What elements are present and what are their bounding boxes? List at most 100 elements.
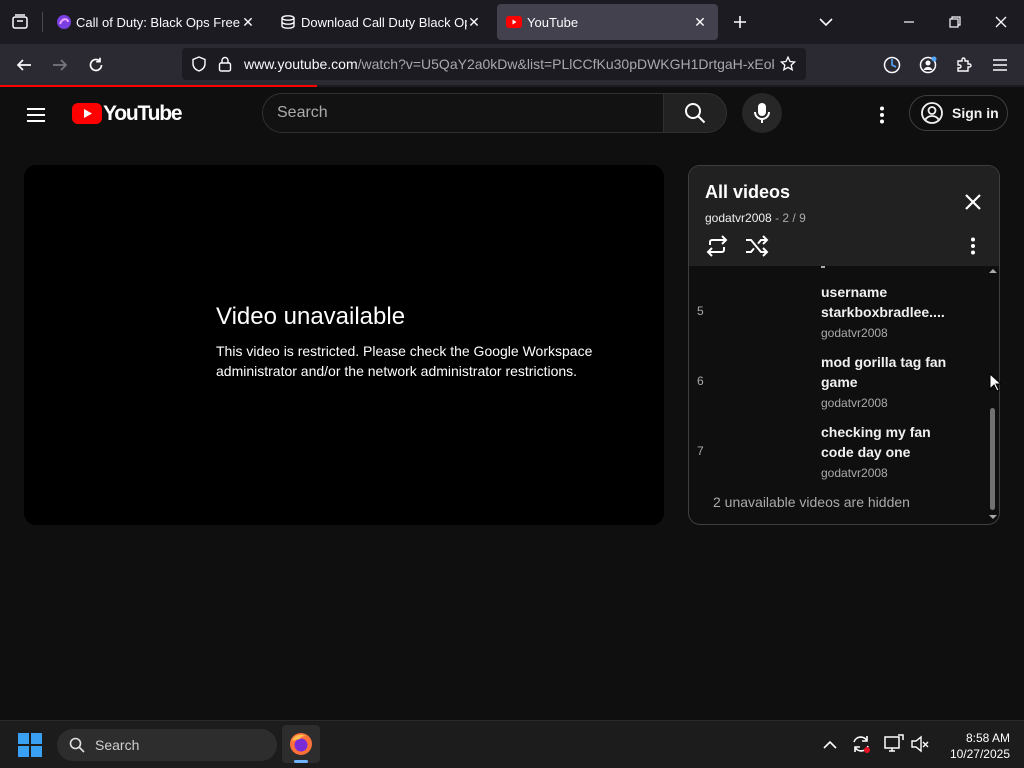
playlist-title[interactable]: All videos	[705, 182, 790, 203]
reload-icon	[89, 57, 103, 72]
playlist-item-channel: godatvr2008	[821, 466, 888, 480]
taskbar-clock[interactable]: 8:58 AM 10/27/2025	[930, 730, 1010, 762]
browser-navigation-bar: www.youtube.com/watch?v=U5QaY2a0kDw&list…	[0, 44, 1024, 86]
scroll-down-arrow-icon[interactable]	[987, 512, 999, 522]
scrollbar-thumb[interactable]	[990, 408, 995, 510]
playlist-item-title: mod gorilla tag fan game	[821, 354, 947, 390]
extensions-button[interactable]	[949, 50, 979, 80]
youtube-logo-icon	[72, 103, 102, 124]
firefox-taskbar-button[interactable]	[282, 725, 320, 763]
address-bar[interactable]: www.youtube.com/watch?v=U5QaY2a0kDw&list…	[182, 48, 806, 80]
hamburger-icon	[27, 108, 45, 122]
search-input[interactable]	[277, 102, 647, 124]
back-button[interactable]	[9, 50, 39, 80]
playlist-partial-item-fragment	[821, 266, 825, 268]
close-window-button[interactable]	[978, 0, 1024, 44]
star-icon	[780, 56, 796, 71]
close-icon	[965, 194, 981, 210]
close-tab-icon[interactable]: ✕	[690, 12, 710, 32]
show-hidden-icons-button[interactable]	[820, 735, 840, 755]
taskbar-search[interactable]: Search	[57, 729, 277, 761]
playlist-item[interactable]: 6 mod gorilla tag fan game godatvr2008	[689, 346, 989, 416]
account-circle-icon	[921, 102, 943, 124]
restore-icon	[949, 16, 961, 28]
tab-overview-icon	[12, 14, 28, 29]
video-player[interactable]: Video unavailable This video is restrict…	[24, 165, 664, 525]
display-tray-button[interactable]	[884, 734, 904, 754]
shield-icon	[192, 56, 206, 72]
scroll-up-arrow-icon[interactable]	[987, 266, 999, 276]
close-tab-icon[interactable]: ✕	[464, 12, 484, 32]
start-button[interactable]	[18, 733, 44, 759]
playlist-more-actions-button[interactable]	[961, 232, 985, 260]
minimize-icon	[904, 21, 914, 23]
playlist-scrollbar[interactable]	[987, 266, 999, 524]
playlist-item-channel: godatvr2008	[821, 396, 888, 410]
youtube-logo[interactable]: YouTube	[72, 102, 183, 126]
list-all-tabs-button[interactable]	[814, 10, 838, 34]
plus-icon	[734, 16, 746, 28]
sync-tray-button[interactable]	[850, 733, 872, 755]
url-text: www.youtube.com/watch?v=U5QaY2a0kDw&list…	[244, 56, 774, 72]
playlist-item-title: username starkboxbradlee....	[821, 284, 945, 320]
network-volume-tray-button[interactable]	[910, 734, 930, 754]
loop-playlist-button[interactable]	[703, 232, 731, 260]
playlist-item-title: checking my fan code day one	[821, 424, 931, 460]
search-box[interactable]	[262, 93, 664, 133]
menu-button[interactable]	[985, 50, 1015, 80]
extension-button[interactable]	[877, 50, 907, 80]
playlist-item[interactable]: 7 checking my fan code day one godatvr20…	[689, 416, 989, 486]
database-stack-icon	[281, 15, 295, 29]
taskbar-search-label: Search	[95, 737, 140, 753]
playlist-item[interactable]: 5 username starkboxbradlee.... godatvr20…	[689, 276, 989, 346]
url-path: /watch?v=U5QaY2a0kDw&list=PLlCCfKu30pDWK…	[357, 56, 774, 72]
hidden-videos-note: 2 unavailable videos are hidden	[713, 494, 910, 510]
youtube-header: YouTube Sign in	[0, 87, 1024, 143]
account-button[interactable]	[913, 50, 943, 80]
playlist-item-index: 5	[697, 304, 704, 318]
video-unavailable-message: This video is restricted. Please check t…	[216, 343, 593, 379]
tab-overview-button[interactable]	[8, 10, 32, 34]
circular-arrow-extension-icon	[883, 56, 901, 74]
youtube-logo-text: YouTube	[103, 102, 183, 125]
windows-taskbar: Search 8:58 AM 10/27/2025	[0, 720, 1024, 768]
playlist-owner[interactable]: godatvr2008	[705, 211, 772, 225]
microphone-icon	[754, 103, 770, 123]
monitor-icon	[884, 734, 904, 752]
shuffle-icon	[746, 235, 769, 257]
new-tab-button[interactable]	[728, 10, 752, 34]
arrow-right-icon	[53, 59, 68, 71]
playlist-item-index: 7	[697, 444, 704, 458]
tab-title: Download Call Duty Black Ops S	[301, 15, 467, 30]
close-icon	[995, 16, 1007, 28]
video-unavailable-title: Video unavailable	[216, 303, 406, 330]
settings-menu-button[interactable]	[868, 99, 896, 131]
close-tab-icon[interactable]: ✕	[238, 12, 258, 32]
close-playlist-button[interactable]	[959, 188, 987, 216]
tab-separator	[42, 12, 43, 32]
playlist-position: - 2 / 9	[771, 211, 806, 225]
puzzle-piece-icon	[957, 57, 972, 72]
voice-search-button[interactable]	[742, 93, 782, 133]
sign-in-button[interactable]: Sign in	[909, 95, 1008, 131]
search-icon	[685, 103, 706, 124]
playlist-panel: All videos godatvr2008 - 2 / 9 5 usernam…	[688, 165, 1000, 525]
guide-menu-button[interactable]	[20, 99, 52, 131]
browser-tab-1[interactable]: Call of Duty: Black Ops Free Do ✕	[46, 4, 266, 40]
shuffle-playlist-button[interactable]	[743, 232, 771, 260]
browser-tab-3-active[interactable]: YouTube ✕	[497, 4, 718, 40]
reload-button[interactable]	[81, 50, 111, 80]
bookmark-star-button[interactable]	[778, 54, 798, 74]
maximize-button[interactable]	[932, 0, 978, 44]
playlist-item-index: 6	[697, 374, 704, 388]
forward-button[interactable]	[45, 50, 75, 80]
running-indicator	[294, 760, 308, 763]
search-button[interactable]	[663, 93, 727, 133]
playlist-item-channel: godatvr2008	[821, 326, 888, 340]
browser-tab-strip: Call of Duty: Black Ops Free Do ✕ Downlo…	[0, 0, 1024, 44]
sync-icon	[853, 736, 870, 753]
vertical-dots-icon	[880, 106, 884, 124]
clock-time: 8:58 AM	[965, 731, 1010, 745]
browser-tab-2[interactable]: Download Call Duty Black Ops S ✕	[270, 4, 492, 40]
minimize-button[interactable]	[886, 0, 932, 44]
